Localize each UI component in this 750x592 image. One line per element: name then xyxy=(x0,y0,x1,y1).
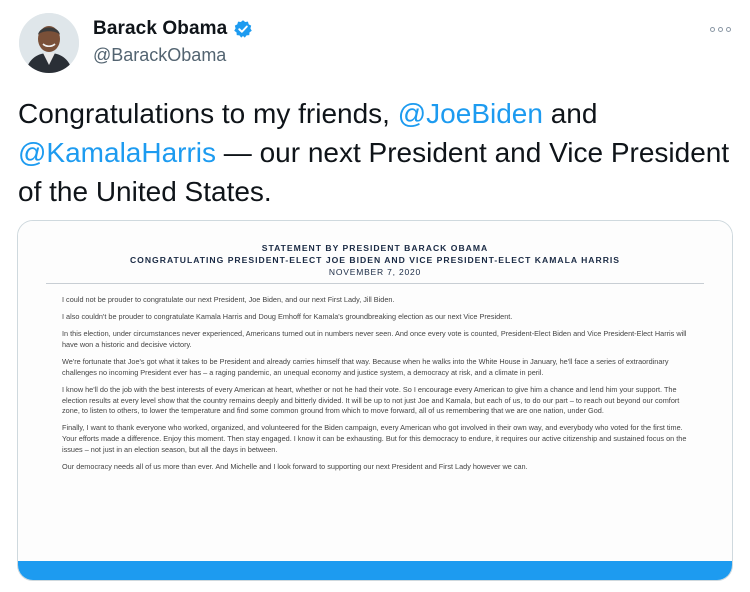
attached-image-card[interactable]: STATEMENT BY PRESIDENT BARACK OBAMA CONG… xyxy=(17,220,733,581)
statement-paragraph: In this election, under circumstances ne… xyxy=(62,329,687,349)
statement-paragraph: I also couldn't be prouder to congratula… xyxy=(62,312,513,322)
profile-photo xyxy=(19,13,79,73)
tweet-text-part: and xyxy=(542,98,598,129)
statement-paragraph: Our democracy needs all of us more than … xyxy=(62,461,528,471)
dot-icon xyxy=(725,26,731,32)
statement-paragraph: I could not be prouder to congratulate o… xyxy=(62,295,395,304)
dot-icon xyxy=(717,26,723,32)
statement-date: NOVEMBER 7, 2020 xyxy=(328,267,422,277)
statement-paragraph: I know he'll do the job with the best in… xyxy=(62,384,680,416)
statement-divider xyxy=(46,283,704,284)
statement-body: I could not be prouder to congratulate o… xyxy=(62,295,692,479)
statement-footer-bar xyxy=(18,561,732,580)
statement-paragraph: Finally, I want to thank everyone who wo… xyxy=(62,423,687,454)
statement-title: STATEMENT BY PRESIDENT BARACK OBAMA xyxy=(261,243,489,253)
tweet-text: Congratulations to my friends, @JoeBiden… xyxy=(18,94,730,211)
user-name-line: Barack Obama xyxy=(93,18,253,40)
statement-paragraph: We're fortunate that Joe's got what it t… xyxy=(62,357,669,377)
mention-kamalaharris-link[interactable]: @KamalaHarris xyxy=(18,137,216,168)
display-name[interactable]: Barack Obama xyxy=(93,18,227,40)
statement-subtitle: CONGRATULATING PRESIDENT-ELECT JOE BIDEN… xyxy=(129,255,621,265)
dot-icon xyxy=(709,26,715,32)
statement-document: STATEMENT BY PRESIDENT BARACK OBAMA CONG… xyxy=(18,221,732,563)
verified-badge-icon xyxy=(233,19,253,39)
tweet-text-part: Congratulations to my friends, xyxy=(18,98,398,129)
mention-joebiden-link[interactable]: @JoeBiden xyxy=(398,98,543,129)
user-handle[interactable]: @BarackObama xyxy=(93,45,226,66)
more-horizontal-icon[interactable] xyxy=(706,22,734,36)
avatar[interactable] xyxy=(19,13,79,73)
